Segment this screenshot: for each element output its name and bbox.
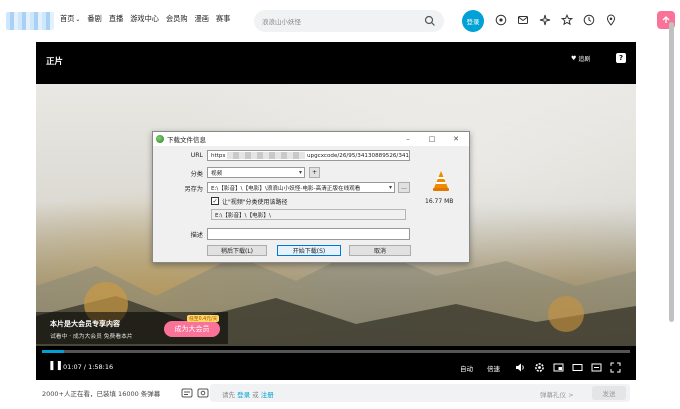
nav-link-anime[interactable]: 番剧 — [87, 14, 101, 24]
vip-price-tag: 低至0.4元/天 — [187, 315, 220, 322]
browse-button[interactable]: ... — [398, 182, 410, 193]
picture-in-picture-icon[interactable] — [552, 361, 564, 373]
cancel-button[interactable]: 取消 — [349, 245, 411, 256]
danmaku-bottom-bar: 2000+人正在看，已装填 16000 条弹幕 请先 登录 或 注册 弹幕礼仪 … — [0, 380, 680, 409]
use-path-checkbox[interactable]: ✓ — [211, 197, 219, 205]
close-icon[interactable]: ✕ — [451, 134, 461, 144]
idm-app-icon — [156, 135, 164, 143]
history-icon[interactable] — [582, 13, 596, 27]
time-display: 01:07 / 1:58:16 — [63, 363, 114, 371]
file-size: 16.77 MB — [425, 198, 454, 205]
send-danmaku-button[interactable]: 发送 — [592, 386, 626, 400]
minimize-icon[interactable]: – — [403, 134, 413, 144]
category-path-field: E:\【影音】\【电影】\ — [211, 209, 406, 220]
nav-link-live[interactable]: 直播 — [109, 14, 123, 24]
viewer-count: 2000+人正在看，已装填 16000 条弹幕 — [42, 390, 161, 398]
nav-link-esports[interactable]: 赛事 — [216, 14, 230, 24]
add-category-button[interactable]: + — [309, 167, 320, 178]
heart-icon: ♥ — [571, 55, 577, 62]
chevron-down-icon: ▾ — [388, 184, 392, 191]
vip-promo-bar: 本片是大会员专享内容 试看中 · 成为大会员 免费看本片 成为大会员 低至0.4… — [36, 312, 228, 344]
description-label: 描述 — [190, 232, 203, 239]
web-fullscreen-icon[interactable] — [590, 361, 602, 373]
vip-headline: 本片是大会员专享内容 — [50, 320, 120, 328]
danmaku-settings-icon[interactable] — [196, 386, 210, 400]
dialog-titlebar: 下载文件信息 – □ ✕ — [153, 132, 469, 146]
vlc-file-icon — [433, 171, 449, 191]
page-scrollbar[interactable] — [668, 22, 676, 392]
player-title: 正片 — [46, 57, 64, 67]
category-label: 分类 — [190, 171, 203, 178]
volume-icon[interactable] — [514, 361, 526, 373]
download-later-button[interactable]: 稍后下载(L) — [207, 245, 267, 256]
danmaku-toggle-icon[interactable] — [180, 386, 194, 400]
search-input[interactable]: 浪浪山小妖怪 — [254, 10, 444, 32]
top-navbar: 首页⌄ 番剧 直播 游戏中心 会员购 漫画 赛事 浪浪山小妖怪 登录 — [0, 0, 680, 40]
pause-icon[interactable]: ❚❚ — [48, 361, 63, 371]
progress-bar[interactable] — [42, 350, 630, 353]
moments-icon[interactable] — [538, 13, 552, 27]
vip-subtext: 试看中 · 成为大会员 免费看本片 — [50, 334, 133, 340]
danmaku-etiquette-link[interactable]: 弹幕礼仪 > — [540, 389, 574, 399]
save-as-label: 另存为 — [184, 186, 203, 193]
nav-links: 首页⌄ 番剧 直播 游戏中心 会员购 漫画 赛事 — [60, 14, 230, 24]
url-label: URL — [190, 152, 203, 159]
quality-selector[interactable]: 自动 — [460, 363, 473, 373]
search-placeholder: 浪浪山小妖怪 — [262, 18, 301, 26]
save-as-select[interactable]: E:\【影音】\【电影】\浪浪山小妖怪-电影-高清正版在线观看 ▾ — [207, 182, 395, 193]
follow-button[interactable]: ♥ 追剧 — [571, 54, 590, 63]
site-logo[interactable] — [6, 12, 54, 30]
vip-icon[interactable] — [494, 13, 508, 27]
become-vip-button[interactable]: 成为大会员 — [164, 321, 220, 337]
player-controls: ❚❚ 01:07 / 1:58:16 自动 倍速 — [36, 357, 636, 377]
register-link[interactable]: 注册 — [261, 391, 274, 399]
help-icon[interactable]: ? — [616, 53, 626, 63]
settings-gear-icon[interactable] — [533, 361, 545, 373]
speed-selector[interactable]: 倍速 — [487, 363, 500, 373]
dialog-title: 下载文件信息 — [167, 136, 206, 144]
favorites-icon[interactable] — [560, 13, 574, 27]
login-link[interactable]: 登录 — [237, 391, 250, 399]
nav-icon-group — [494, 13, 618, 27]
widescreen-icon[interactable] — [571, 361, 583, 373]
fullscreen-icon[interactable] — [609, 361, 621, 373]
danmaku-hint: 请先 登录 或 注册 — [222, 391, 274, 399]
creative-center-icon[interactable] — [604, 13, 618, 27]
login-button[interactable]: 登录 — [462, 10, 484, 32]
nav-link-manga[interactable]: 漫画 — [195, 14, 209, 24]
progress-fill — [42, 350, 64, 353]
search-icon[interactable] — [424, 15, 436, 27]
use-path-label: 让"视频"分类使用该路径 — [222, 199, 288, 206]
url-field[interactable]: https upgcxcode/26/95/34130889526/341 — [207, 150, 410, 161]
download-file-dialog: 下载文件信息 – □ ✕ URL https upgcxcode/26/95/34… — [152, 131, 470, 263]
nav-link-shop[interactable]: 会员购 — [166, 14, 188, 24]
message-icon[interactable] — [516, 13, 530, 27]
nav-link-games[interactable]: 游戏中心 — [130, 14, 159, 24]
scrollbar-thumb[interactable] — [669, 22, 674, 322]
chevron-down-icon: ⌄ — [75, 16, 81, 23]
start-download-button[interactable]: 开始下载(S) — [277, 245, 341, 256]
category-select[interactable]: 视频 ▾ — [207, 167, 305, 178]
danmaku-input[interactable]: 请先 登录 或 注册 弹幕礼仪 > 发送 — [210, 384, 630, 402]
redacted-url-segment — [227, 152, 305, 159]
nav-link-home[interactable]: 首页⌄ — [60, 14, 80, 24]
maximize-icon[interactable]: □ — [427, 134, 437, 144]
chevron-down-icon: ▾ — [298, 169, 302, 176]
description-field[interactable] — [207, 228, 410, 240]
